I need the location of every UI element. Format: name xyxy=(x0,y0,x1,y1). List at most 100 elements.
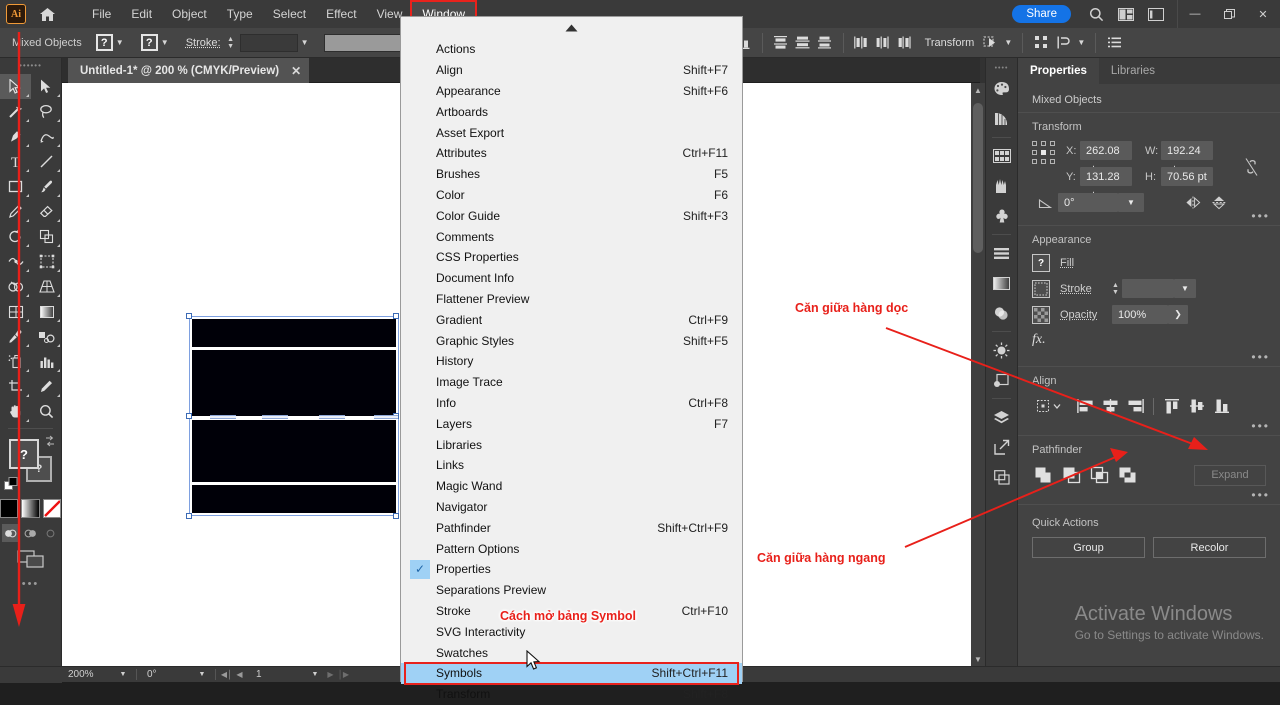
column-graph-tool[interactable] xyxy=(31,349,62,374)
document-tab[interactable]: Untitled-1* @ 200 % (CMYK/Preview) ✕ xyxy=(68,58,309,83)
stroke-dropdown-icon[interactable]: ▼ xyxy=(158,33,172,53)
tab-libraries[interactable]: Libraries xyxy=(1099,58,1167,84)
menu-object[interactable]: Object xyxy=(162,0,217,28)
menu-item-actions[interactable]: Actions xyxy=(401,39,742,60)
menu-item-brushes[interactable]: BrushesF5 xyxy=(401,164,742,185)
menu-item-separations-preview[interactable]: Separations Preview xyxy=(401,580,742,601)
eraser-tool[interactable] xyxy=(31,199,62,224)
scroll-up-icon[interactable]: ▲ xyxy=(971,83,985,97)
close-icon[interactable]: ✕ xyxy=(291,64,301,78)
brushes-panel-icon[interactable] xyxy=(986,171,1017,201)
menu-item-document-info[interactable]: Document Info xyxy=(401,268,742,289)
rotation-dropdown-icon[interactable]: ▼ xyxy=(1118,193,1144,212)
minimize-button[interactable]: — xyxy=(1178,0,1212,28)
opacity-swatch[interactable] xyxy=(1032,306,1050,324)
menu-item-swatches[interactable]: Swatches xyxy=(401,642,742,663)
appearance-stroke-swatch[interactable] xyxy=(1032,280,1050,298)
gradient-tool[interactable] xyxy=(31,299,62,324)
draw-inside-icon[interactable] xyxy=(42,524,60,542)
y-input[interactable]: 131.28 pt xyxy=(1080,167,1132,186)
icon-dock-grip[interactable]: •••• xyxy=(986,62,1017,74)
flip-vertical-icon[interactable] xyxy=(1206,195,1232,210)
curvature-tool[interactable] xyxy=(31,124,62,149)
distribute-left-icon[interactable] xyxy=(851,32,873,54)
next-artboard-icon[interactable]: ▶ xyxy=(324,670,337,679)
rotation-angle-input[interactable]: 0° xyxy=(1058,193,1118,212)
menu-item-color[interactable]: ColorF6 xyxy=(401,185,742,206)
stroke-weight-dropdown-icon[interactable]: ▼ xyxy=(298,33,312,53)
graphic-styles-panel-icon[interactable] xyxy=(986,365,1017,395)
align-left-icon[interactable] xyxy=(1073,395,1097,417)
scroll-down-icon[interactable]: ▼ xyxy=(971,652,985,666)
rotation-dropdown-icon[interactable]: ▼ xyxy=(193,671,211,678)
w-input[interactable]: 192.24 pt xyxy=(1161,141,1213,160)
intersect-icon[interactable] xyxy=(1088,464,1110,486)
align-panel-icon[interactable] xyxy=(986,238,1017,268)
line-segment-tool[interactable] xyxy=(31,149,62,174)
align-to-selection-icon[interactable] xyxy=(1032,395,1066,417)
stroke-weight-label[interactable]: Stroke: xyxy=(186,37,221,49)
color-panel-icon[interactable] xyxy=(986,74,1017,104)
screen-mode-icon[interactable] xyxy=(0,550,61,568)
slice-tool[interactable] xyxy=(31,374,62,399)
zoom-dropdown-icon[interactable]: ▼ xyxy=(114,671,132,678)
stroke-weight-input[interactable] xyxy=(240,34,298,52)
scrollbar-thumb[interactable] xyxy=(973,103,983,253)
transparency-panel-icon[interactable] xyxy=(986,298,1017,328)
lasso-tool[interactable] xyxy=(31,99,62,124)
menu-item-comments[interactable]: Comments xyxy=(401,226,742,247)
menu-item-svg-interactivity[interactable]: SVG Interactivity xyxy=(401,621,742,642)
arrange-documents-icon[interactable] xyxy=(1111,0,1141,28)
symbols-panel-icon[interactable] xyxy=(986,201,1017,231)
flip-horizontal-icon[interactable] xyxy=(1180,196,1206,209)
search-icon[interactable] xyxy=(1081,0,1111,28)
align-right-icon[interactable] xyxy=(1123,395,1147,417)
stroke-profile-input[interactable] xyxy=(324,34,412,52)
align-top-icon[interactable] xyxy=(1160,395,1184,417)
isolate-icon[interactable] xyxy=(979,32,1001,54)
menu-select[interactable]: Select xyxy=(263,0,316,28)
stroke-dropdown-icon[interactable]: ▼ xyxy=(1174,279,1196,298)
menu-item-flattener-preview[interactable]: Flattener Preview xyxy=(401,289,742,310)
canvas-vertical-scrollbar[interactable]: ▲ ▼ xyxy=(971,83,985,666)
menu-item-image-trace[interactable]: Image Trace xyxy=(401,372,742,393)
rotation-control[interactable]: 0° ▼ xyxy=(141,667,211,683)
previous-artboard-icon[interactable]: ◀ xyxy=(233,670,246,679)
exclude-icon[interactable] xyxy=(1116,464,1138,486)
menu-file[interactable]: File xyxy=(82,0,121,28)
menu-item-symbols[interactable]: SymbolsShift+Ctrl+F11 xyxy=(401,663,742,684)
tab-properties[interactable]: Properties xyxy=(1018,58,1099,84)
zoom-tool[interactable] xyxy=(31,399,62,424)
transform-more-options[interactable]: ••• xyxy=(1251,209,1270,223)
appearance-panel-icon[interactable] xyxy=(986,335,1017,365)
paintbrush-tool[interactable] xyxy=(31,174,62,199)
distribute-right-icon[interactable] xyxy=(895,32,917,54)
opacity-input[interactable]: 100% xyxy=(1112,305,1168,324)
menu-item-pathfinder[interactable]: PathfinderShift+Ctrl+F9 xyxy=(401,517,742,538)
maximize-button[interactable] xyxy=(1212,0,1246,28)
direct-selection-tool[interactable] xyxy=(31,74,62,99)
align-bottom-icon[interactable] xyxy=(1210,395,1234,417)
last-artboard-icon[interactable]: │▶ xyxy=(337,670,350,679)
edit-toolbar-button[interactable]: ••• xyxy=(0,578,61,590)
workspace-switcher-icon[interactable] xyxy=(1141,0,1171,28)
opacity-options-icon[interactable]: ❯ xyxy=(1168,305,1188,324)
pathfinder-more-options[interactable]: ••• xyxy=(1251,488,1270,502)
menu-item-links[interactable]: Links xyxy=(401,455,742,476)
perspective-grid-tool[interactable] xyxy=(31,274,62,299)
zoom-level-control[interactable]: 200% ▼ xyxy=(62,667,132,683)
menu-item-appearance[interactable]: AppearanceShift+F6 xyxy=(401,81,742,102)
artboard-dropdown-icon[interactable]: ▼ xyxy=(306,671,324,678)
color-guide-icon[interactable] xyxy=(986,104,1017,134)
menu-edit[interactable]: Edit xyxy=(121,0,162,28)
distribute-spacing-icon[interactable] xyxy=(1030,32,1052,54)
artboard-number-input[interactable]: 1 xyxy=(246,669,306,680)
menu-scroll-up-icon[interactable] xyxy=(401,17,742,39)
group-button[interactable]: Group xyxy=(1032,537,1145,558)
h-input[interactable]: 70.56 pt xyxy=(1161,167,1213,186)
recolor-button[interactable]: Recolor xyxy=(1153,537,1266,558)
menu-item-gradient[interactable]: GradientCtrl+F9 xyxy=(401,309,742,330)
window-menu-dropdown[interactable]: ActionsAlignShift+F7AppearanceShift+F6Ar… xyxy=(400,16,743,682)
fill-dropdown-icon[interactable]: ▼ xyxy=(113,33,127,53)
menu-item-graphic-styles[interactable]: Graphic StylesShift+F5 xyxy=(401,330,742,351)
